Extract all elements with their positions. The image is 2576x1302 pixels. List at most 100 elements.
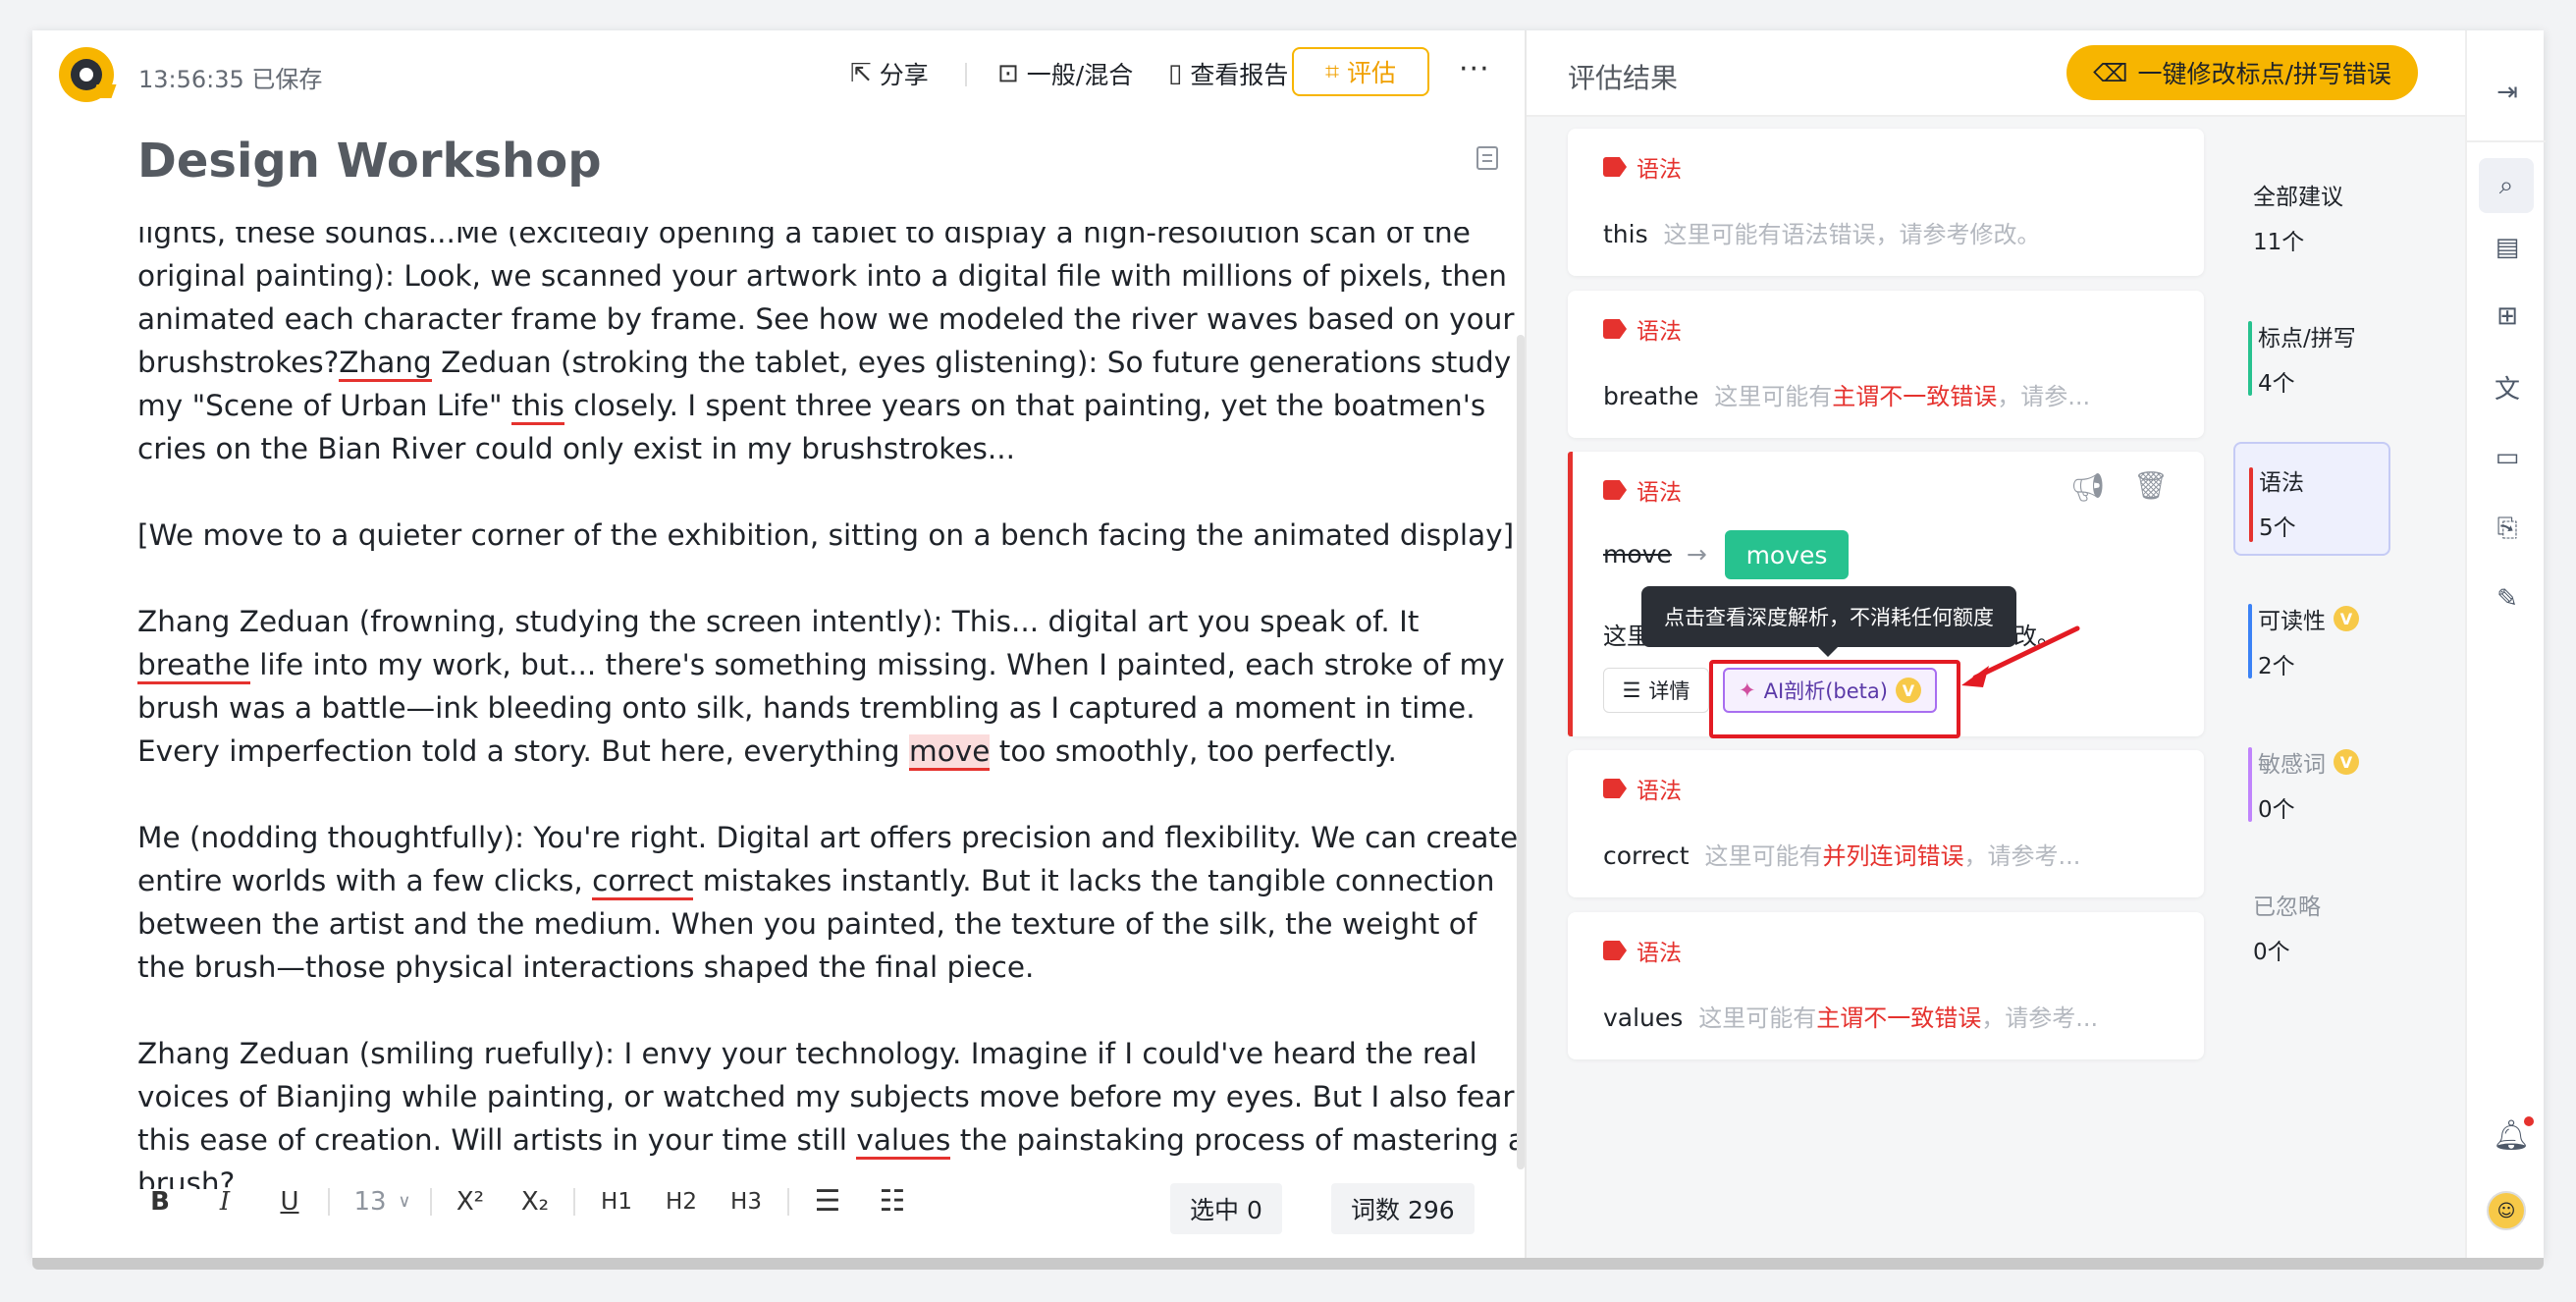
review-search-icon[interactable]: ⌕ xyxy=(2479,158,2534,213)
hint-text: 这里可能有 xyxy=(1704,842,1823,870)
document-body[interactable]: lights, these sounds...Me (excitedly ope… xyxy=(137,227,1531,1189)
hint-text: ，请参... xyxy=(1997,383,2091,410)
category-tag: 语法 xyxy=(1603,150,1682,184)
font-size-select[interactable]: 13 xyxy=(346,1187,395,1217)
apply-suggestion-button[interactable]: moves xyxy=(1725,530,1849,579)
tag-label: 语法 xyxy=(1637,941,1682,966)
selected-count: 选中 0 xyxy=(1170,1183,1282,1234)
hint-emphasis: 并列连词错误 xyxy=(1822,842,1964,870)
underline-button[interactable]: U xyxy=(267,1187,312,1217)
tag-label: 语法 xyxy=(1637,779,1682,804)
collapse-panel-icon[interactable]: ⇥ xyxy=(2491,76,2524,109)
list-icon: ☰ xyxy=(1622,678,1641,702)
format-divider xyxy=(328,1187,330,1216)
hint-text: ，请参考... xyxy=(1981,1004,2099,1032)
share-label: 分享 xyxy=(879,61,929,89)
detail-label: 详情 xyxy=(1648,679,1690,703)
suggestion-card[interactable]: 语法 values 这里可能有主谓不一致错误，请参考... xyxy=(1568,912,2204,1059)
share-button[interactable]: ⇱ 分享 xyxy=(850,56,929,91)
arrow-right-icon: → xyxy=(1686,540,1707,569)
suggestion-text: this 这里可能有语法错误，请参考修改。 xyxy=(1603,215,2041,249)
paragraph: Zhang Zeduan (frowning, studying the scr… xyxy=(137,600,1531,773)
evaluate-label: 评估 xyxy=(1347,59,1397,87)
evaluate-button[interactable]: ⌗ 评估 xyxy=(1292,47,1429,96)
subscript-button[interactable]: X₂ xyxy=(512,1187,558,1217)
report-button[interactable]: ▯ 查看报告 xyxy=(1168,56,1288,91)
category-readability[interactable]: 可读性 V 2个 xyxy=(2248,602,2435,680)
suggestion-card[interactable]: 语法 breathe 这里可能有主谓不一致错误，请参... xyxy=(1568,291,2204,438)
tag-icon xyxy=(1603,480,1627,500)
translate-icon[interactable]: 文 xyxy=(2491,370,2524,405)
superscript-button[interactable]: X² xyxy=(448,1187,493,1217)
hint-text: 这里可能有 xyxy=(1698,1004,1817,1032)
note-icon[interactable] xyxy=(1476,146,1498,170)
highlight-annotation-box xyxy=(1709,660,1960,738)
window-bottom-edge xyxy=(32,1258,2544,1270)
apps-grid-icon[interactable]: ⊞ xyxy=(2491,299,2524,333)
eraser-icon: ⌫ xyxy=(2093,58,2128,87)
save-status: 13:56:35 已保存 xyxy=(138,66,323,93)
chevron-down-icon[interactable]: ∨ xyxy=(395,1191,414,1212)
category-punctuation[interactable]: 标点/拼写 4个 xyxy=(2248,319,2435,398)
paragraph: [We move to a quieter corner of the exhi… xyxy=(137,518,1515,552)
avatar[interactable]: ☺ xyxy=(2487,1191,2526,1230)
category-ignored[interactable]: 已忽略 0个 xyxy=(2253,888,2430,966)
chat-icon[interactable]: ▭ xyxy=(2491,441,2524,474)
italic-button[interactable]: I xyxy=(202,1187,247,1217)
tag-label: 语法 xyxy=(1637,480,1682,506)
category-color-bar xyxy=(2249,467,2253,542)
fix-all-label: 一键修改标点/拼写错误 xyxy=(2137,60,2391,88)
trash-icon[interactable]: 🗑︎ xyxy=(2133,469,2169,502)
category-count: 4个 xyxy=(2258,371,2295,397)
more-icon[interactable]: ··· xyxy=(1459,52,1490,86)
category-name: 全部建议 xyxy=(2253,185,2343,210)
error-underline[interactable]: Zhang xyxy=(339,346,432,382)
bookmark-icon: ▯ xyxy=(1168,59,1183,88)
word-count: 词数 296 xyxy=(1331,1183,1475,1234)
suggestion-card[interactable]: 语法 this 这里可能有语法错误，请参考修改。 xyxy=(1568,129,2204,276)
suggestion-card[interactable]: 语法 correct 这里可能有并列连词错误，请参考... xyxy=(1568,750,2204,897)
category-grammar[interactable]: 语法 5个 xyxy=(2233,442,2390,556)
category-sensitive[interactable]: 敏感词 V 0个 xyxy=(2248,745,2435,824)
heading2-button[interactable]: H2 xyxy=(656,1189,707,1215)
category-name: 语法 xyxy=(2259,470,2304,496)
original-word: move xyxy=(1603,540,1672,569)
tag-icon xyxy=(1603,157,1627,177)
fix-all-button[interactable]: ⌫ 一键修改标点/拼写错误 xyxy=(2066,45,2418,100)
error-move[interactable]: move xyxy=(909,734,991,771)
hint-text: ，请参考... xyxy=(1963,842,2081,870)
error-correct[interactable]: correct xyxy=(592,864,694,900)
active-indicator xyxy=(1568,452,1573,736)
format-divider xyxy=(573,1187,575,1216)
document-check-icon[interactable]: ▤ xyxy=(2491,231,2524,264)
search-doc-icon[interactable]: ⎘ xyxy=(2491,512,2524,545)
plugin-search-icon[interactable]: ✎ xyxy=(2491,582,2524,616)
ordered-list-icon[interactable]: ☰ xyxy=(805,1184,850,1219)
error-values[interactable]: values xyxy=(856,1123,951,1160)
format-divider xyxy=(787,1187,789,1216)
comment-box-icon: ⊡ xyxy=(997,59,1019,88)
tag-icon xyxy=(1603,319,1627,339)
suggestion-text: values 这里可能有主谓不一致错误，请参考... xyxy=(1603,999,2098,1033)
format-divider xyxy=(430,1187,432,1216)
heading1-button[interactable]: H1 xyxy=(591,1189,642,1215)
editor-scrollbar[interactable] xyxy=(1517,335,1525,1169)
bell-icon[interactable]: 🔔︎ xyxy=(2493,1116,2535,1153)
category-tag: 语法 xyxy=(1603,312,1682,346)
tag-label: 语法 xyxy=(1637,157,1682,183)
category-all[interactable]: 全部建议 11个 xyxy=(2253,178,2430,256)
document-title[interactable]: Design Workshop xyxy=(137,134,602,189)
hint-emphasis: 主谓不一致错误 xyxy=(1816,1004,1982,1032)
share-icon: ⇱ xyxy=(850,59,872,88)
megaphone-icon[interactable]: 📢︎ xyxy=(2070,471,2106,504)
bullet-list-icon[interactable]: ☷ xyxy=(870,1184,915,1219)
editor-pane: 13:56:35 已保存 ⇱ 分享 ⊡ 一般/混合 ▯ 查看报告 ⌗ 评估 ··… xyxy=(32,30,1526,1258)
bold-button[interactable]: B xyxy=(137,1187,183,1217)
heading3-button[interactable]: H3 xyxy=(721,1189,772,1215)
error-this[interactable]: this xyxy=(510,389,564,425)
mode-button[interactable]: ⊡ 一般/混合 xyxy=(997,56,1133,91)
category-name: 敏感词 xyxy=(2258,752,2326,778)
error-breathe[interactable]: breathe xyxy=(137,648,250,684)
detail-button[interactable]: ☰ 详情 xyxy=(1603,668,1709,713)
category-color-bar xyxy=(2248,747,2252,822)
